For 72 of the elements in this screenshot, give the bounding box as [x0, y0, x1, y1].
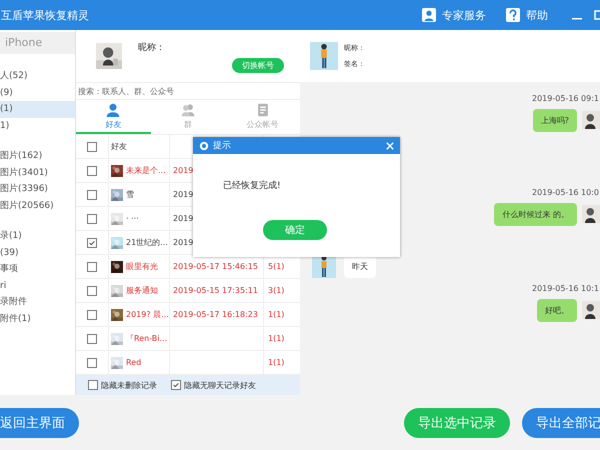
- message-bubble: 什么时候过来 的。: [494, 202, 577, 226]
- column-header: 好友: [109, 135, 170, 158]
- checkbox[interactable]: [87, 334, 97, 344]
- document-icon: [256, 102, 270, 117]
- contact-name: 21世纪的...: [126, 237, 168, 248]
- message-bubble: 上海吗?: [532, 108, 577, 132]
- circle-icon: [199, 140, 209, 150]
- window-title: 互盾苹果恢复精灵: [0, 8, 89, 22]
- sidebar-item[interactable]: 附件(1): [0, 310, 75, 327]
- title-bar-link[interactable]: 帮助: [526, 8, 548, 22]
- message-count: 1(1): [268, 334, 284, 344]
- sidebar-item[interactable]: 录(1): [0, 228, 75, 244]
- tab[interactable]: 好友: [76, 100, 151, 134]
- checkbox[interactable]: [87, 214, 97, 224]
- sidebar-item[interactable]: 图片(162): [0, 148, 75, 164]
- sidebar-item[interactable]: (9): [0, 84, 75, 101]
- title-bar-link[interactable]: 专家服务: [442, 8, 486, 22]
- checkbox[interactable]: [87, 142, 97, 152]
- sidebar-item[interactable]: (39): [0, 244, 75, 261]
- last-message-time: 2019-05-17 15:46:15: [173, 262, 258, 272]
- checkbox[interactable]: [171, 380, 181, 390]
- group-icon: [181, 102, 195, 117]
- sidebar-item[interactable]: ri: [0, 278, 75, 294]
- last-message-time: 2019: [173, 166, 194, 176]
- back-button[interactable]: 返回主界面: [0, 408, 79, 438]
- message-count: 1(1): [268, 358, 284, 368]
- message-timestamp: 2019-05-16 09:1: [532, 94, 599, 103]
- sidebar-item[interactable]: 图片(3401): [0, 164, 75, 181]
- message-timestamp: 2019-05-16 10:0: [532, 188, 599, 197]
- contact-name: 2019? 晨...: [126, 309, 169, 320]
- checkbox[interactable]: [87, 190, 97, 200]
- sidebar-item[interactable]: (1): [0, 101, 75, 118]
- contact-name: 服务通知: [126, 285, 158, 296]
- person-icon[interactable]: [422, 8, 436, 22]
- dialog-message: 已经恢复完成!: [223, 180, 282, 192]
- nickname-label: 昵称：: [138, 42, 165, 54]
- message-count: 5(1): [268, 262, 284, 272]
- message-count: 1(1): [268, 310, 284, 320]
- checkbox-label: 隐藏未删除记录: [101, 380, 157, 391]
- checkbox[interactable]: [88, 380, 98, 390]
- close-icon[interactable]: [386, 142, 394, 150]
- checkbox[interactable]: [87, 358, 97, 368]
- contact-name: 未来是个...: [126, 165, 166, 176]
- sidebar-item[interactable]: 图片(3396): [0, 181, 75, 198]
- person-icon: [106, 102, 120, 117]
- last-message-time: 2019: [173, 214, 194, 224]
- dialog-title: 提示: [213, 140, 231, 152]
- last-message-time: 2019: [173, 238, 194, 248]
- checkbox[interactable]: [87, 310, 97, 320]
- sidebar-item[interactable]: 录附件: [0, 294, 75, 310]
- message-count: 3(1): [268, 286, 284, 296]
- contact-name: 眼里有光: [126, 261, 158, 272]
- checkbox-label: 隐藏无聊天记录好友: [184, 380, 256, 391]
- message-timestamp: 2019-05-16 10:1: [532, 284, 599, 293]
- last-message-time: 2019-05-17 16:18:23: [173, 310, 258, 320]
- checkbox[interactable]: [87, 238, 97, 248]
- checkbox[interactable]: [87, 262, 97, 272]
- sidebar-item[interactable]: 事项: [0, 261, 75, 278]
- last-message-time: 2019-05-15 17:35:11: [173, 286, 258, 296]
- message-bubble: 好吧。: [537, 298, 577, 322]
- sidebar-item[interactable]: 图片(20566): [0, 198, 75, 214]
- sidebar-item[interactable]: 人(52): [0, 68, 75, 84]
- checkbox[interactable]: [87, 286, 97, 296]
- contact-name: Red: [126, 358, 142, 368]
- sidebar-item[interactable]: 1): [0, 118, 75, 134]
- contact-name: 『Ren-Bi...: [126, 333, 168, 344]
- help-icon[interactable]: [506, 8, 520, 22]
- contact-name: 雪: [126, 189, 134, 200]
- contact-name: · ···: [126, 214, 139, 224]
- last-message-time: 2019: [173, 190, 194, 200]
- checkbox[interactable]: [87, 166, 97, 176]
- device-header: iPhone: [0, 32, 75, 54]
